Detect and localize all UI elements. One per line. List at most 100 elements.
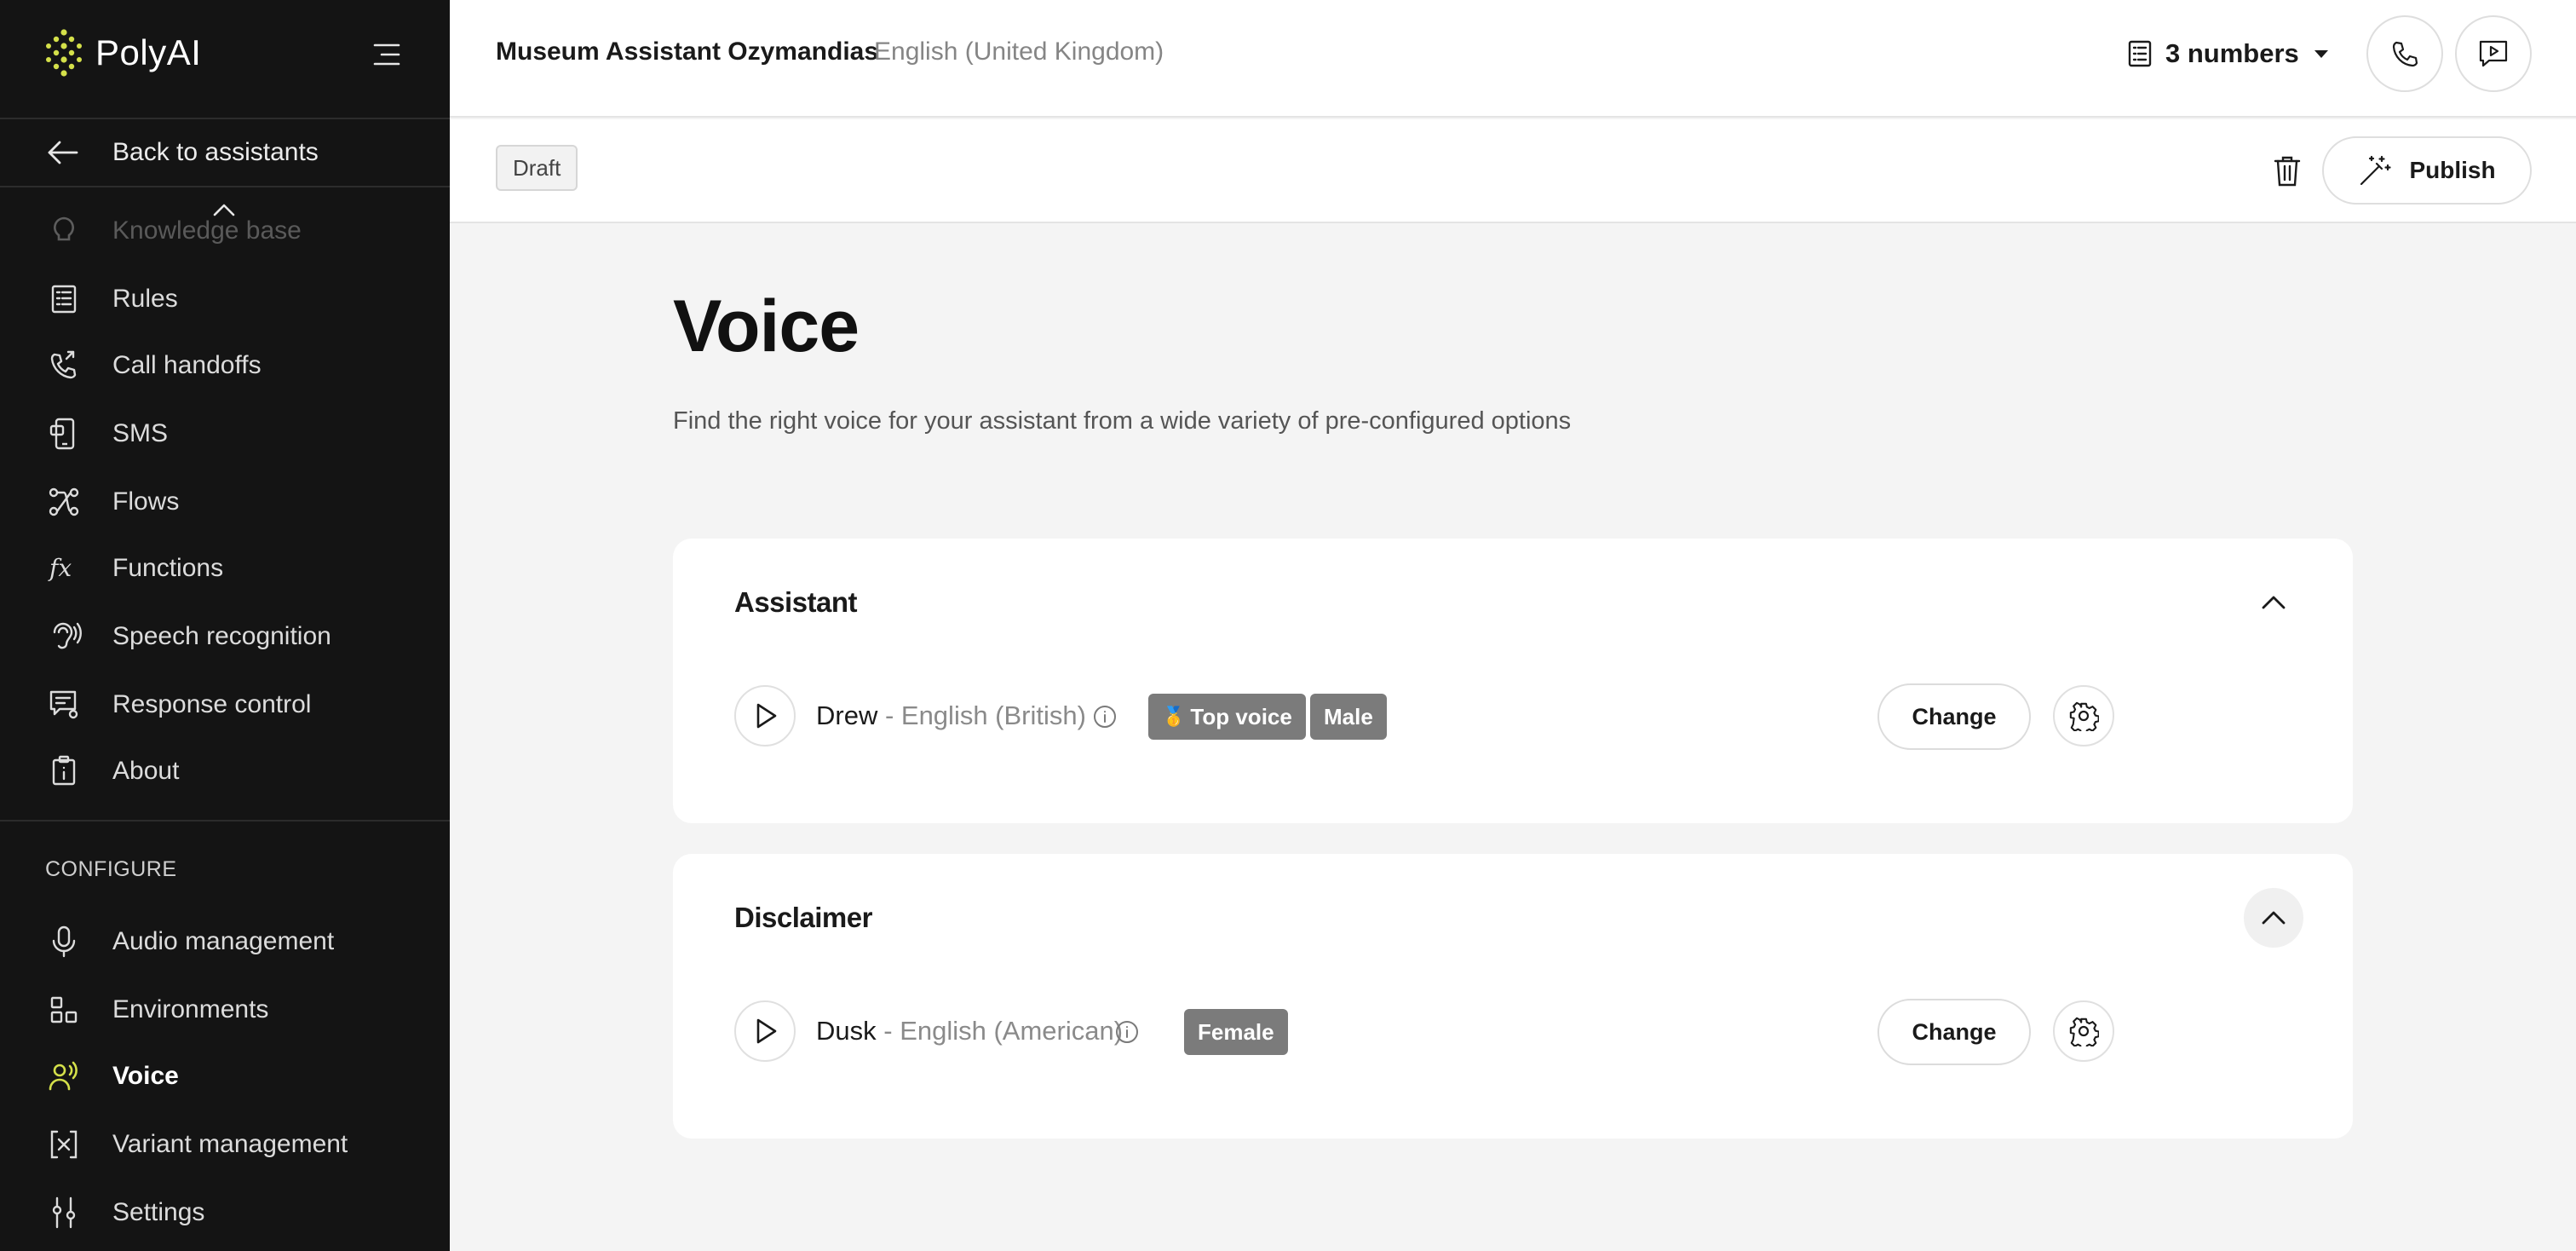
action-bar: Draft Publish (450, 119, 2576, 223)
sidebar-divider (0, 186, 450, 187)
sidebar-item-functions[interactable]: fx Functions (0, 539, 450, 598)
sidebar-item-label: Settings (112, 1198, 205, 1226)
info-icon[interactable] (1092, 704, 1118, 729)
sidebar-item-speech-recognition[interactable]: Speech recognition (0, 607, 450, 666)
numbers-dropdown[interactable]: 3 numbers (2126, 31, 2332, 77)
environments-icon (50, 996, 78, 1023)
sidebar-item-label: Variant management (112, 1130, 348, 1158)
change-voice-button[interactable]: Change (1877, 999, 2031, 1065)
card-title: Disclaimer (734, 902, 872, 933)
tag-label: Top voice (1190, 703, 1292, 729)
svg-text:fx: fx (48, 554, 72, 582)
gear-icon (2069, 701, 2099, 731)
top-header: Museum Assistant Ozymandias English (Uni… (450, 0, 2576, 118)
sidebar-item-about[interactable]: About (0, 741, 450, 801)
assistant-name: Museum Assistant Ozymandias (496, 37, 879, 66)
publish-button[interactable]: Publish (2322, 136, 2532, 205)
sidebar-item-label: Call handoffs (112, 351, 262, 379)
sidebar-item-label: About (112, 757, 180, 785)
function-icon: fx (48, 554, 72, 582)
voice-name: Drew - English (British) (816, 700, 1086, 731)
sidebar-divider (0, 820, 450, 822)
phone-icon (2392, 41, 2418, 67)
info-icon[interactable] (1114, 1019, 1140, 1045)
assistant-voice-card: Assistant Drew - English (British) 🥇 Top… (673, 539, 2353, 823)
chevron-up-icon (2262, 596, 2286, 609)
medal-icon: 🥇 (1162, 706, 1186, 727)
sidebar-item-sms[interactable]: SMS (0, 404, 450, 464)
chevron-up-icon (2262, 911, 2286, 925)
play-icon (756, 703, 777, 729)
play-voice-button[interactable] (734, 685, 796, 747)
sidebar-item-environments[interactable]: Environments (0, 980, 450, 1040)
play-voice-button[interactable] (734, 1000, 796, 1062)
collapse-button[interactable] (2244, 888, 2303, 948)
collapse-button[interactable] (2244, 573, 2303, 632)
tag-label: Female (1198, 1018, 1274, 1045)
gender-tag: Male (1310, 694, 1387, 740)
voice-name-text: Drew (816, 700, 878, 730)
sidebar-item-knowledge-base[interactable]: Knowledge base (0, 201, 450, 261)
page-title: Voice (673, 285, 860, 367)
assistant-language: English (United Kingdom) (874, 37, 1164, 66)
delete-button[interactable] (2266, 150, 2309, 193)
voice-row: Dusk - English (American) Female Change (734, 999, 2293, 1065)
voice-name-text: Dusk (816, 1016, 877, 1046)
chat-play-icon (2479, 40, 2508, 67)
microphone-icon (52, 925, 76, 958)
voice-settings-button[interactable] (2053, 685, 2114, 747)
polyai-logo-icon (46, 29, 82, 77)
chat-preview-button[interactable] (2455, 15, 2532, 92)
gender-tag: Female (1184, 1009, 1288, 1055)
lightbulb-icon (54, 216, 74, 241)
card-title: Assistant (734, 586, 858, 618)
play-icon (756, 1018, 777, 1044)
sidebar-item-label: Speech recognition (112, 622, 331, 650)
voice-name: Dusk - English (American) (816, 1016, 1123, 1046)
sidebar-item-label: Functions (112, 554, 224, 582)
sidebar-item-label: Knowledge base (112, 216, 302, 245)
menu-toggle-icon[interactable] (370, 37, 404, 72)
arrow-left-icon (48, 141, 78, 164)
sidebar-item-settings[interactable]: Settings (0, 1183, 450, 1242)
sidebar-item-label: Environments (112, 995, 269, 1023)
sidebar-item-call-handoffs[interactable]: Call handoffs (0, 336, 450, 395)
magic-wand-icon (2360, 155, 2392, 186)
ear-icon (53, 622, 82, 649)
sidebar: PolyAI Back to assistants Knowledge base (0, 0, 450, 1251)
sidebar-item-label: Rules (112, 285, 178, 313)
configure-section-heading: CONFIGURE (45, 857, 177, 881)
sidebar-item-label: Voice (112, 1062, 179, 1090)
about-icon (52, 755, 76, 786)
sidebar-item-audio-management[interactable]: Audio management (0, 912, 450, 971)
change-voice-button[interactable]: Change (1877, 683, 2031, 750)
trash-icon (2274, 156, 2301, 187)
sidebar-item-response-control[interactable]: Response control (0, 675, 450, 735)
page-subtitle: Find the right voice for your assistant … (673, 407, 1572, 435)
caret-down-icon (2314, 50, 2328, 58)
list-icon (2128, 40, 2152, 67)
phone-forward-icon (50, 350, 77, 379)
sidebar-item-label: SMS (112, 419, 169, 447)
brand[interactable]: PolyAI (44, 27, 201, 78)
gear-icon (2069, 1017, 2099, 1046)
sidebar-item-voice[interactable]: Voice (0, 1046, 450, 1106)
sidebar-item-label: Response control (112, 690, 312, 718)
call-button[interactable] (2366, 15, 2443, 92)
disclaimer-voice-card: Disclaimer Dusk - English (American) Fem… (673, 854, 2353, 1139)
voice-language: - English (British) (877, 700, 1086, 730)
sidebar-item-label: Flows (112, 487, 180, 516)
sidebar-item-rules[interactable]: Rules (0, 269, 450, 329)
numbers-label: 3 numbers (2165, 38, 2299, 68)
top-voice-tag: 🥇 Top voice (1148, 694, 1306, 740)
voice-row: Drew - English (British) 🥇 Top voice Mal… (734, 683, 2293, 750)
sliders-icon (52, 1196, 76, 1229)
voice-settings-button[interactable] (2053, 1000, 2114, 1062)
sms-icon (49, 418, 75, 450)
sidebar-item-flows[interactable]: Flows (0, 472, 450, 532)
back-to-assistants-label: Back to assistants (112, 138, 319, 166)
draft-status-badge: Draft (496, 145, 578, 191)
voice-language: - English (American) (876, 1016, 1124, 1046)
sidebar-item-variant-management[interactable]: Variant management (0, 1115, 450, 1174)
back-to-assistants-link[interactable]: Back to assistants (0, 119, 450, 186)
